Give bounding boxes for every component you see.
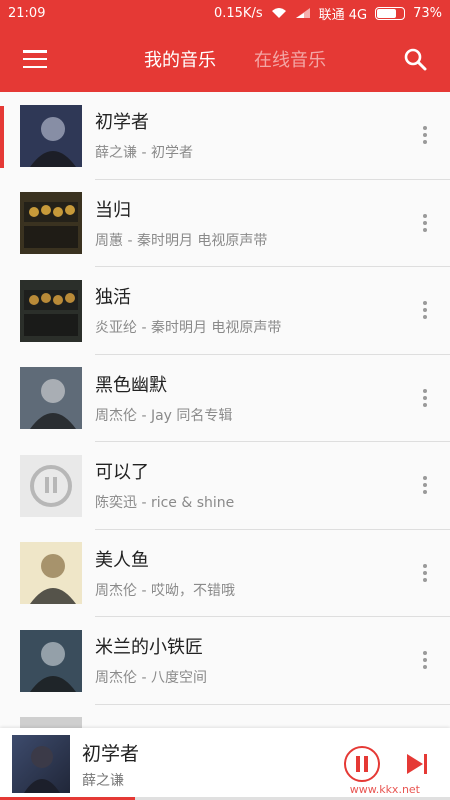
search-icon <box>404 48 427 71</box>
more-vert-icon <box>423 213 427 232</box>
song-subtitle: 薛之谦 - 初学者 <box>95 145 193 162</box>
album-cover[interactable] <box>20 629 82 692</box>
signal-icon <box>295 8 310 18</box>
song-info: 可以了 陈奕迅 - rice & shine <box>95 442 400 530</box>
play-next-icon <box>407 754 427 774</box>
song-info: 米兰的小铁匠 周杰伦 - 八度空间 <box>95 617 400 705</box>
network-speed: 0.15K/s <box>213 5 263 21</box>
more-button[interactable] <box>400 442 450 530</box>
tabs: 我的音乐 在线音乐 <box>70 46 380 72</box>
song-info: 初学者 薛之谦 - 初学者 <box>95 92 400 180</box>
song-title: 黑色幽默 <box>95 374 167 396</box>
album-cover[interactable] <box>20 367 82 430</box>
song-info: 美人鱼 周杰伦 - 哎呦，不错哦 <box>95 530 400 617</box>
tab-my-music[interactable]: 我的音乐 <box>144 46 216 72</box>
song-row[interactable]: 美人鱼 周杰伦 - 哎呦，不错哦 <box>0 530 450 617</box>
carrier-label: 联通 4G <box>318 7 368 23</box>
more-button[interactable] <box>400 92 450 180</box>
more-button[interactable] <box>400 355 450 442</box>
tab-online-music[interactable]: 在线音乐 <box>254 46 326 72</box>
song-list: 初学者 薛之谦 - 初学者 当归 周蕙 - 秦时明月 电视原声带 独活 炎亚纶 … <box>0 92 450 732</box>
status-bar: 21:09 0.15K/s 联通 4G 73% <box>0 0 450 26</box>
song-subtitle: 炎亚纶 - 秦时明月 电视原声带 <box>95 320 282 337</box>
more-button[interactable] <box>400 530 450 617</box>
menu-icon <box>23 50 47 68</box>
search-button[interactable] <box>380 26 450 92</box>
menu-button[interactable] <box>0 26 70 92</box>
now-playing-artist: 薛之谦 <box>82 772 124 789</box>
app-bar: 我的音乐 在线音乐 <box>0 26 450 92</box>
album-cover[interactable] <box>20 542 82 605</box>
song-title: 美人鱼 <box>95 549 149 571</box>
more-button[interactable] <box>400 180 450 267</box>
more-vert-icon <box>423 476 427 495</box>
more-vert-icon <box>423 651 427 670</box>
song-info: 当归 周蕙 - 秦时明月 电视原声带 <box>95 180 400 267</box>
more-button[interactable] <box>400 267 450 355</box>
more-vert-icon <box>423 388 427 407</box>
song-info: 黑色幽默 周杰伦 - Jay 同名专辑 <box>95 355 400 442</box>
watermark: www.kkx.net <box>349 783 420 796</box>
song-title: 当归 <box>95 199 131 221</box>
status-time: 21:09 <box>8 5 46 21</box>
pause-button[interactable] <box>342 744 382 784</box>
more-vert-icon <box>423 126 427 145</box>
song-title: 初学者 <box>95 112 149 134</box>
song-row[interactable]: 初学者 薛之谦 - 初学者 <box>0 92 450 180</box>
wifi-icon <box>271 8 286 18</box>
song-row[interactable]: 米兰的小铁匠 周杰伦 - 八度空间 <box>0 617 450 705</box>
song-info: 独活 炎亚纶 - 秦时明月 电视原声带 <box>95 267 400 355</box>
pause-icon <box>344 746 380 782</box>
song-title: 独活 <box>95 287 131 309</box>
song-row[interactable]: 可以了 陈奕迅 - rice & shine <box>0 442 450 530</box>
song-subtitle: 周杰伦 - 哎呦，不错哦 <box>95 582 235 599</box>
battery-fill <box>377 8 397 18</box>
now-playing-info[interactable]: 初学者 薛之谦 <box>82 739 342 790</box>
song-subtitle: 周杰伦 - Jay 同名专辑 <box>95 407 233 424</box>
now-playing-cover[interactable] <box>12 735 70 793</box>
album-cover[interactable] <box>20 104 82 167</box>
album-cover[interactable] <box>20 192 82 255</box>
song-subtitle: 周蕙 - 秦时明月 电视原声带 <box>95 232 268 249</box>
album-cover[interactable] <box>20 454 82 517</box>
song-subtitle: 周杰伦 - 八度空间 <box>95 670 207 687</box>
song-row[interactable]: 当归 周蕙 - 秦时明月 电视原声带 <box>0 180 450 267</box>
next-button[interactable] <box>396 744 436 784</box>
song-row[interactable]: 黑色幽默 周杰伦 - Jay 同名专辑 <box>0 355 450 442</box>
album-cover[interactable] <box>20 279 82 342</box>
battery-percent: 73% <box>413 5 442 21</box>
more-vert-icon <box>423 301 427 320</box>
more-button[interactable] <box>400 617 450 705</box>
status-right: 0.15K/s 联通 4G 73% <box>214 4 442 23</box>
song-row[interactable]: 独活 炎亚纶 - 秦时明月 电视原声带 <box>0 267 450 355</box>
battery-icon <box>375 6 406 20</box>
song-title: 可以了 <box>95 462 149 484</box>
more-vert-icon <box>423 563 427 582</box>
song-subtitle: 陈奕迅 - rice & shine <box>95 495 235 512</box>
song-title: 米兰的小铁匠 <box>95 637 203 659</box>
now-playing-title: 初学者 <box>82 742 140 765</box>
